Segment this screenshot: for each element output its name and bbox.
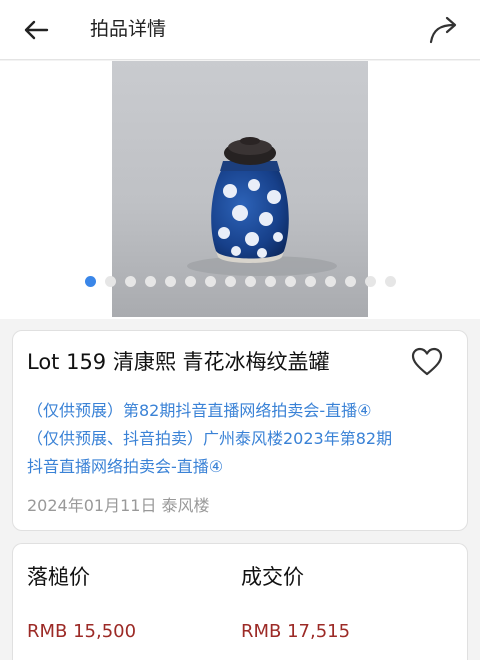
hammer-price-block: 落槌价 RMB 15,500	[27, 562, 136, 644]
auction-date-house: 2024年01月11日 泰风楼	[27, 496, 210, 515]
carousel-dot[interactable]	[305, 276, 316, 287]
share-button[interactable]	[424, 10, 464, 50]
carousel-dot[interactable]	[245, 276, 256, 287]
deal-price-value: RMB 17,515	[241, 621, 351, 642]
auction-link-line: （仅供预展、抖音拍卖）广州泰风楼2023年第82期	[27, 429, 393, 448]
carousel-dot[interactable]	[385, 276, 396, 287]
deal-price-block: 成交价 RMB 17,515	[241, 562, 350, 644]
carousel-dot-active[interactable]	[85, 276, 96, 287]
carousel-dot[interactable]	[185, 276, 196, 287]
favorite-button[interactable]	[409, 345, 445, 379]
carousel-dot[interactable]	[145, 276, 156, 287]
carousel-dot[interactable]	[105, 276, 116, 287]
auction-link-line: 抖音直播网络拍卖会-直播④	[27, 457, 224, 476]
hammer-price-value: RMB 15,500	[27, 621, 137, 642]
carousel-dot[interactable]	[265, 276, 276, 287]
carousel-dot[interactable]	[125, 276, 136, 287]
lot-title: Lot 159 清康熙 青花冰梅纹盖罐	[27, 350, 330, 374]
top-app-bar: 拍品详情	[0, 0, 480, 60]
page-title: 拍品详情	[90, 18, 167, 40]
auction-link-line: （仅供预展）第82期抖音直播网络拍卖会-直播④	[27, 401, 372, 420]
carousel-dot[interactable]	[365, 276, 376, 287]
carousel-dot[interactable]	[165, 276, 176, 287]
carousel-dot[interactable]	[205, 276, 216, 287]
carousel-dot[interactable]	[345, 276, 356, 287]
hammer-price-label: 落槌价	[27, 565, 90, 589]
auction-session-link[interactable]: （仅供预展）第82期抖音直播网络拍卖会-直播④ （仅供预展、抖音拍卖）广州泰风楼…	[27, 397, 457, 481]
arrow-left-icon	[24, 20, 49, 40]
carousel-dot[interactable]	[325, 276, 336, 287]
heart-outline-icon	[411, 347, 443, 376]
deal-price-label: 成交价	[241, 565, 304, 589]
carousel-dot[interactable]	[225, 276, 236, 287]
carousel-dot[interactable]	[285, 276, 296, 287]
price-card: 落槌价 RMB 15,500 成交价 RMB 17,515	[12, 543, 468, 660]
share-arrow-icon	[429, 16, 457, 44]
carousel-dots	[0, 276, 480, 288]
image-carousel[interactable]	[0, 61, 480, 319]
back-button[interactable]	[18, 12, 54, 48]
lot-info-card: Lot 159 清康熙 青花冰梅纹盖罐 （仅供预展）第82期抖音直播网络拍卖会-…	[12, 330, 468, 531]
